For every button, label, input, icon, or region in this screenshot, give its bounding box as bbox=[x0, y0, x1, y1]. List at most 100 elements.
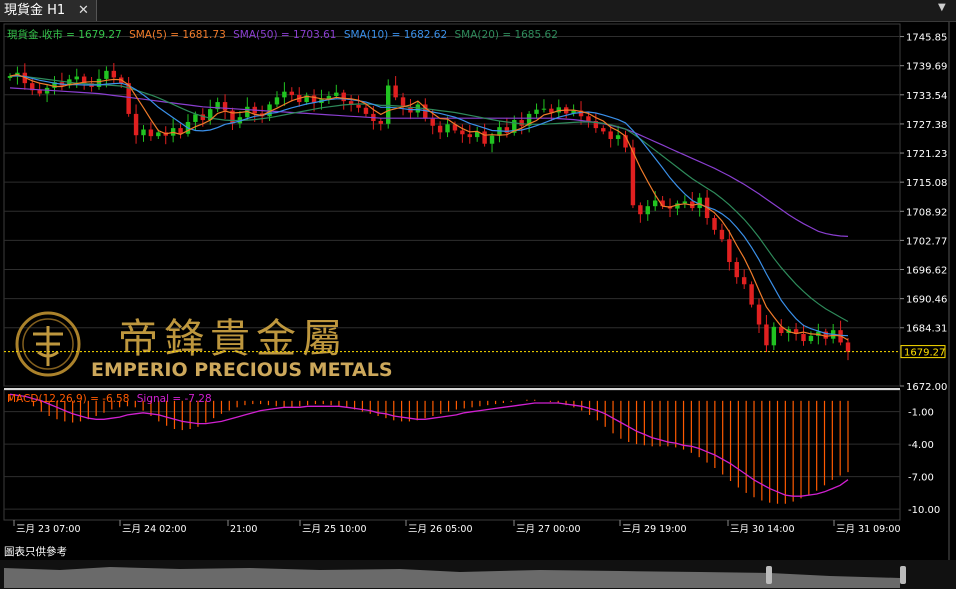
price-chart[interactable]: 帝鋒貴金屬 EMPERIO PRECIOUS METALS 1745.85 173… bbox=[0, 0, 956, 560]
legend-sma10: SMA(10) = 1682.62 bbox=[344, 29, 447, 41]
candle-body bbox=[445, 124, 450, 133]
candle-body bbox=[400, 97, 406, 107]
candle-body bbox=[645, 206, 650, 215]
legend-sma20: SMA(20) = 1685.62 bbox=[455, 29, 558, 41]
navigator-right-handle[interactable] bbox=[900, 566, 906, 584]
candle-body bbox=[437, 125, 443, 133]
candle-body bbox=[608, 131, 613, 139]
y-tick-label: 1727.38 bbox=[906, 120, 947, 131]
macd-legend: MACD(12,26,9) = -6.58 Signal = -7.28 bbox=[7, 393, 212, 405]
candle-body bbox=[615, 135, 621, 139]
candle-body bbox=[638, 205, 643, 215]
x-tick-label: 三月 26 05:00 bbox=[408, 524, 473, 535]
macd-tick-label: -4.00 bbox=[908, 440, 934, 451]
y-tick-label: 1708.92 bbox=[906, 207, 947, 218]
candle-body bbox=[460, 130, 465, 135]
navigator-scrollbar[interactable] bbox=[0, 560, 956, 589]
candle-body bbox=[712, 218, 717, 230]
y-tick-label: 1672.00 bbox=[906, 382, 947, 393]
candle-body bbox=[749, 284, 754, 305]
candle-body bbox=[601, 128, 606, 132]
candle-body bbox=[764, 324, 769, 346]
candle-body bbox=[541, 108, 547, 110]
disclaimer: 圖表只供參考 bbox=[4, 545, 67, 558]
x-tick-label: 三月 27 00:00 bbox=[516, 524, 581, 535]
y-tick-label: 1684.31 bbox=[906, 324, 947, 335]
candle-body bbox=[652, 200, 658, 207]
y-tick-label: 1733.54 bbox=[906, 91, 947, 102]
indicator-legend: 現貨金.收市 = 1679.27 SMA(5) = 1681.73 SMA(50… bbox=[7, 28, 558, 41]
candle-body bbox=[378, 121, 384, 124]
x-tick-label: 三月 23 07:00 bbox=[16, 524, 81, 535]
candle-body bbox=[96, 78, 102, 87]
navigator-left-handle[interactable] bbox=[766, 566, 772, 584]
x-tick-label: 三月 31 09:00 bbox=[836, 524, 901, 535]
legend-close: 現貨金.收市 = 1679.27 bbox=[7, 28, 122, 41]
candle-body bbox=[156, 132, 161, 137]
legend-sma50: SMA(50) = 1703.61 bbox=[233, 29, 336, 41]
y-tick-label: 1739.69 bbox=[906, 62, 947, 73]
y-tick-label: 1721.23 bbox=[906, 149, 947, 160]
candle-body bbox=[489, 135, 495, 144]
candle-body bbox=[393, 85, 398, 98]
candle-body bbox=[741, 277, 747, 285]
candle-body bbox=[845, 342, 851, 352]
candle-body bbox=[148, 129, 154, 137]
candle-body bbox=[808, 335, 814, 342]
candle-body bbox=[534, 109, 539, 114]
candle-body bbox=[719, 229, 725, 240]
candle-body bbox=[586, 116, 591, 122]
candle-body bbox=[74, 76, 79, 80]
price-axis: 1745.85 1739.69 1733.54 1727.38 1721.23 1715.… bbox=[900, 33, 947, 516]
y-tick-label: 1702.77 bbox=[906, 236, 947, 247]
candle-body bbox=[734, 262, 739, 278]
candle-body bbox=[282, 91, 287, 98]
watermark: 帝鋒貴金屬 EMPERIO PRECIOUS METALS bbox=[15, 311, 393, 381]
candle-body bbox=[111, 70, 117, 78]
emperio-logo-glyph bbox=[33, 326, 63, 366]
candle-body bbox=[356, 104, 361, 108]
x-tick-label: 三月 30 14:00 bbox=[730, 524, 795, 535]
candle-body bbox=[727, 239, 732, 263]
candle-body bbox=[519, 120, 524, 126]
x-tick-label: 三月 25 10:00 bbox=[302, 524, 367, 535]
x-tick-label: 三月 24 02:00 bbox=[122, 524, 187, 535]
x-tick-label: 三月 29 19:00 bbox=[622, 524, 687, 535]
y-tick-label: 1715.08 bbox=[906, 178, 947, 189]
watermark-chinese: 帝鋒貴金屬 bbox=[118, 316, 348, 362]
legend-signal: Signal = -7.28 bbox=[137, 393, 212, 405]
watermark-english: EMPERIO PRECIOUS METALS bbox=[91, 359, 393, 381]
candle-body bbox=[133, 113, 139, 136]
macd-tick-label: -10.00 bbox=[908, 505, 940, 516]
legend-sma5: SMA(5) = 1681.73 bbox=[129, 29, 226, 41]
x-tick-label: 21:00 bbox=[230, 524, 257, 535]
macd-series bbox=[9, 393, 849, 504]
candle-body bbox=[334, 92, 339, 96]
y-tick-label: 1690.46 bbox=[906, 295, 947, 306]
macd-plot-frame bbox=[3, 389, 901, 521]
candle-body bbox=[289, 91, 295, 95]
time-axis: 三月 23 07:00 三月 24 02:00 21:00 三月 25 10:00 三月… bbox=[13, 520, 901, 535]
candle-body bbox=[104, 70, 109, 79]
macd-tick-label: -7.00 bbox=[908, 473, 934, 484]
y-tick-label: 1696.62 bbox=[906, 265, 947, 276]
candle-body bbox=[341, 92, 346, 102]
candle-body bbox=[222, 102, 228, 111]
navigator-area bbox=[4, 567, 900, 588]
candle-body bbox=[756, 304, 762, 325]
last-price-label: 1679.27 bbox=[904, 348, 945, 359]
candle-body bbox=[801, 333, 806, 342]
y-tick-label: 1745.85 bbox=[906, 33, 947, 44]
legend-macd: MACD(12,26,9) = -6.58 bbox=[7, 393, 129, 405]
candle-body bbox=[482, 131, 487, 144]
candle-body bbox=[682, 201, 688, 204]
candle-body bbox=[37, 90, 42, 94]
candle-body bbox=[771, 326, 777, 346]
candle-body bbox=[141, 129, 146, 136]
candle-body bbox=[274, 97, 280, 105]
candle-body bbox=[363, 107, 369, 114]
candle-body bbox=[467, 134, 472, 138]
candle-body bbox=[430, 118, 435, 126]
macd-tick-label: -1.00 bbox=[908, 408, 934, 419]
candle-body bbox=[193, 114, 198, 122]
